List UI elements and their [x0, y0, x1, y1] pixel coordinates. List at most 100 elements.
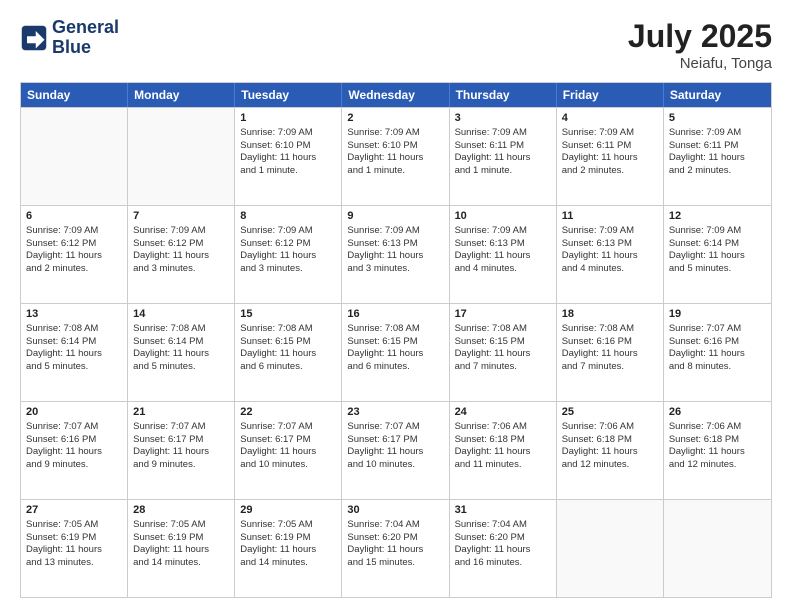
daylight-minutes-text: and 3 minutes. — [133, 263, 229, 276]
sunset-text: Sunset: 6:15 PM — [455, 336, 551, 349]
sunset-text: Sunset: 6:18 PM — [669, 434, 766, 447]
sunset-text: Sunset: 6:16 PM — [669, 336, 766, 349]
day-cell-27: 27Sunrise: 7:05 AMSunset: 6:19 PMDayligh… — [21, 500, 128, 597]
day-number: 18 — [562, 307, 658, 322]
sunrise-text: Sunrise: 7:07 AM — [240, 421, 336, 434]
day-number: 15 — [240, 307, 336, 322]
sunrise-text: Sunrise: 7:04 AM — [347, 519, 443, 532]
daylight-text: Daylight: 11 hours — [455, 446, 551, 459]
daylight-minutes-text: and 1 minute. — [455, 165, 551, 178]
daylight-minutes-text: and 7 minutes. — [455, 361, 551, 374]
sunset-text: Sunset: 6:12 PM — [133, 238, 229, 251]
daylight-text: Daylight: 11 hours — [455, 348, 551, 361]
daylight-minutes-text: and 3 minutes. — [347, 263, 443, 276]
daylight-minutes-text: and 13 minutes. — [26, 557, 122, 570]
daylight-text: Daylight: 11 hours — [26, 544, 122, 557]
daylight-text: Daylight: 11 hours — [240, 250, 336, 263]
daylight-minutes-text: and 4 minutes. — [562, 263, 658, 276]
day-number: 26 — [669, 405, 766, 420]
day-cell-9: 9Sunrise: 7:09 AMSunset: 6:13 PMDaylight… — [342, 206, 449, 303]
day-cell-15: 15Sunrise: 7:08 AMSunset: 6:15 PMDayligh… — [235, 304, 342, 401]
daylight-text: Daylight: 11 hours — [347, 446, 443, 459]
day-cell-7: 7Sunrise: 7:09 AMSunset: 6:12 PMDaylight… — [128, 206, 235, 303]
sunrise-text: Sunrise: 7:06 AM — [562, 421, 658, 434]
daylight-minutes-text: and 5 minutes. — [669, 263, 766, 276]
week-row-5: 27Sunrise: 7:05 AMSunset: 6:19 PMDayligh… — [21, 499, 771, 597]
sunrise-text: Sunrise: 7:04 AM — [455, 519, 551, 532]
daylight-text: Daylight: 11 hours — [455, 152, 551, 165]
day-cell-4: 4Sunrise: 7:09 AMSunset: 6:11 PMDaylight… — [557, 108, 664, 205]
daylight-minutes-text: and 11 minutes. — [455, 459, 551, 472]
sunrise-text: Sunrise: 7:08 AM — [133, 323, 229, 336]
day-cell-30: 30Sunrise: 7:04 AMSunset: 6:20 PMDayligh… — [342, 500, 449, 597]
sunset-text: Sunset: 6:11 PM — [669, 140, 766, 153]
day-number: 31 — [455, 503, 551, 518]
header: General Blue July 2025 Neiafu, Tonga — [20, 18, 772, 72]
daylight-text: Daylight: 11 hours — [133, 544, 229, 557]
daylight-minutes-text: and 7 minutes. — [562, 361, 658, 374]
sunrise-text: Sunrise: 7:08 AM — [562, 323, 658, 336]
day-cell-21: 21Sunrise: 7:07 AMSunset: 6:17 PMDayligh… — [128, 402, 235, 499]
daylight-text: Daylight: 11 hours — [455, 250, 551, 263]
main-title: July 2025 — [628, 18, 772, 55]
sunrise-text: Sunrise: 7:08 AM — [240, 323, 336, 336]
empty-cell — [128, 108, 235, 205]
daylight-text: Daylight: 11 hours — [562, 348, 658, 361]
sunset-text: Sunset: 6:12 PM — [240, 238, 336, 251]
sunset-text: Sunset: 6:10 PM — [240, 140, 336, 153]
day-number: 22 — [240, 405, 336, 420]
daylight-text: Daylight: 11 hours — [669, 446, 766, 459]
day-number: 1 — [240, 111, 336, 126]
sunset-text: Sunset: 6:15 PM — [347, 336, 443, 349]
day-number: 5 — [669, 111, 766, 126]
day-cell-5: 5Sunrise: 7:09 AMSunset: 6:11 PMDaylight… — [664, 108, 771, 205]
day-cell-6: 6Sunrise: 7:09 AMSunset: 6:12 PMDaylight… — [21, 206, 128, 303]
sunset-text: Sunset: 6:13 PM — [455, 238, 551, 251]
day-number: 27 — [26, 503, 122, 518]
week-row-2: 6Sunrise: 7:09 AMSunset: 6:12 PMDaylight… — [21, 205, 771, 303]
sunrise-text: Sunrise: 7:09 AM — [455, 127, 551, 140]
sunrise-text: Sunrise: 7:09 AM — [669, 225, 766, 238]
sunrise-text: Sunrise: 7:09 AM — [240, 127, 336, 140]
sunset-text: Sunset: 6:19 PM — [26, 532, 122, 545]
sunrise-text: Sunrise: 7:09 AM — [347, 225, 443, 238]
daylight-minutes-text: and 3 minutes. — [240, 263, 336, 276]
page: General Blue July 2025 Neiafu, Tonga Sun… — [0, 0, 792, 612]
sunset-text: Sunset: 6:16 PM — [562, 336, 658, 349]
day-cell-20: 20Sunrise: 7:07 AMSunset: 6:16 PMDayligh… — [21, 402, 128, 499]
sunset-text: Sunset: 6:12 PM — [26, 238, 122, 251]
sunset-text: Sunset: 6:17 PM — [133, 434, 229, 447]
day-number: 13 — [26, 307, 122, 322]
daylight-minutes-text: and 8 minutes. — [669, 361, 766, 374]
daylight-minutes-text: and 2 minutes. — [669, 165, 766, 178]
daylight-minutes-text: and 9 minutes. — [133, 459, 229, 472]
daylight-minutes-text: and 14 minutes. — [133, 557, 229, 570]
day-number: 19 — [669, 307, 766, 322]
daylight-minutes-text: and 5 minutes. — [133, 361, 229, 374]
daylight-minutes-text: and 1 minute. — [240, 165, 336, 178]
sunrise-text: Sunrise: 7:09 AM — [26, 225, 122, 238]
daylight-text: Daylight: 11 hours — [240, 446, 336, 459]
day-number: 9 — [347, 209, 443, 224]
day-number: 17 — [455, 307, 551, 322]
sunset-text: Sunset: 6:19 PM — [240, 532, 336, 545]
day-cell-26: 26Sunrise: 7:06 AMSunset: 6:18 PMDayligh… — [664, 402, 771, 499]
day-number: 25 — [562, 405, 658, 420]
sunset-text: Sunset: 6:10 PM — [347, 140, 443, 153]
sunrise-text: Sunrise: 7:06 AM — [669, 421, 766, 434]
week-row-3: 13Sunrise: 7:08 AMSunset: 6:14 PMDayligh… — [21, 303, 771, 401]
header-day-friday: Friday — [557, 83, 664, 107]
daylight-minutes-text: and 10 minutes. — [347, 459, 443, 472]
daylight-minutes-text: and 6 minutes. — [240, 361, 336, 374]
day-cell-19: 19Sunrise: 7:07 AMSunset: 6:16 PMDayligh… — [664, 304, 771, 401]
daylight-text: Daylight: 11 hours — [26, 250, 122, 263]
daylight-minutes-text: and 15 minutes. — [347, 557, 443, 570]
daylight-text: Daylight: 11 hours — [347, 348, 443, 361]
daylight-minutes-text: and 9 minutes. — [26, 459, 122, 472]
daylight-text: Daylight: 11 hours — [133, 446, 229, 459]
daylight-text: Daylight: 11 hours — [240, 348, 336, 361]
day-cell-2: 2Sunrise: 7:09 AMSunset: 6:10 PMDaylight… — [342, 108, 449, 205]
header-day-tuesday: Tuesday — [235, 83, 342, 107]
sunrise-text: Sunrise: 7:07 AM — [669, 323, 766, 336]
sunset-text: Sunset: 6:17 PM — [240, 434, 336, 447]
